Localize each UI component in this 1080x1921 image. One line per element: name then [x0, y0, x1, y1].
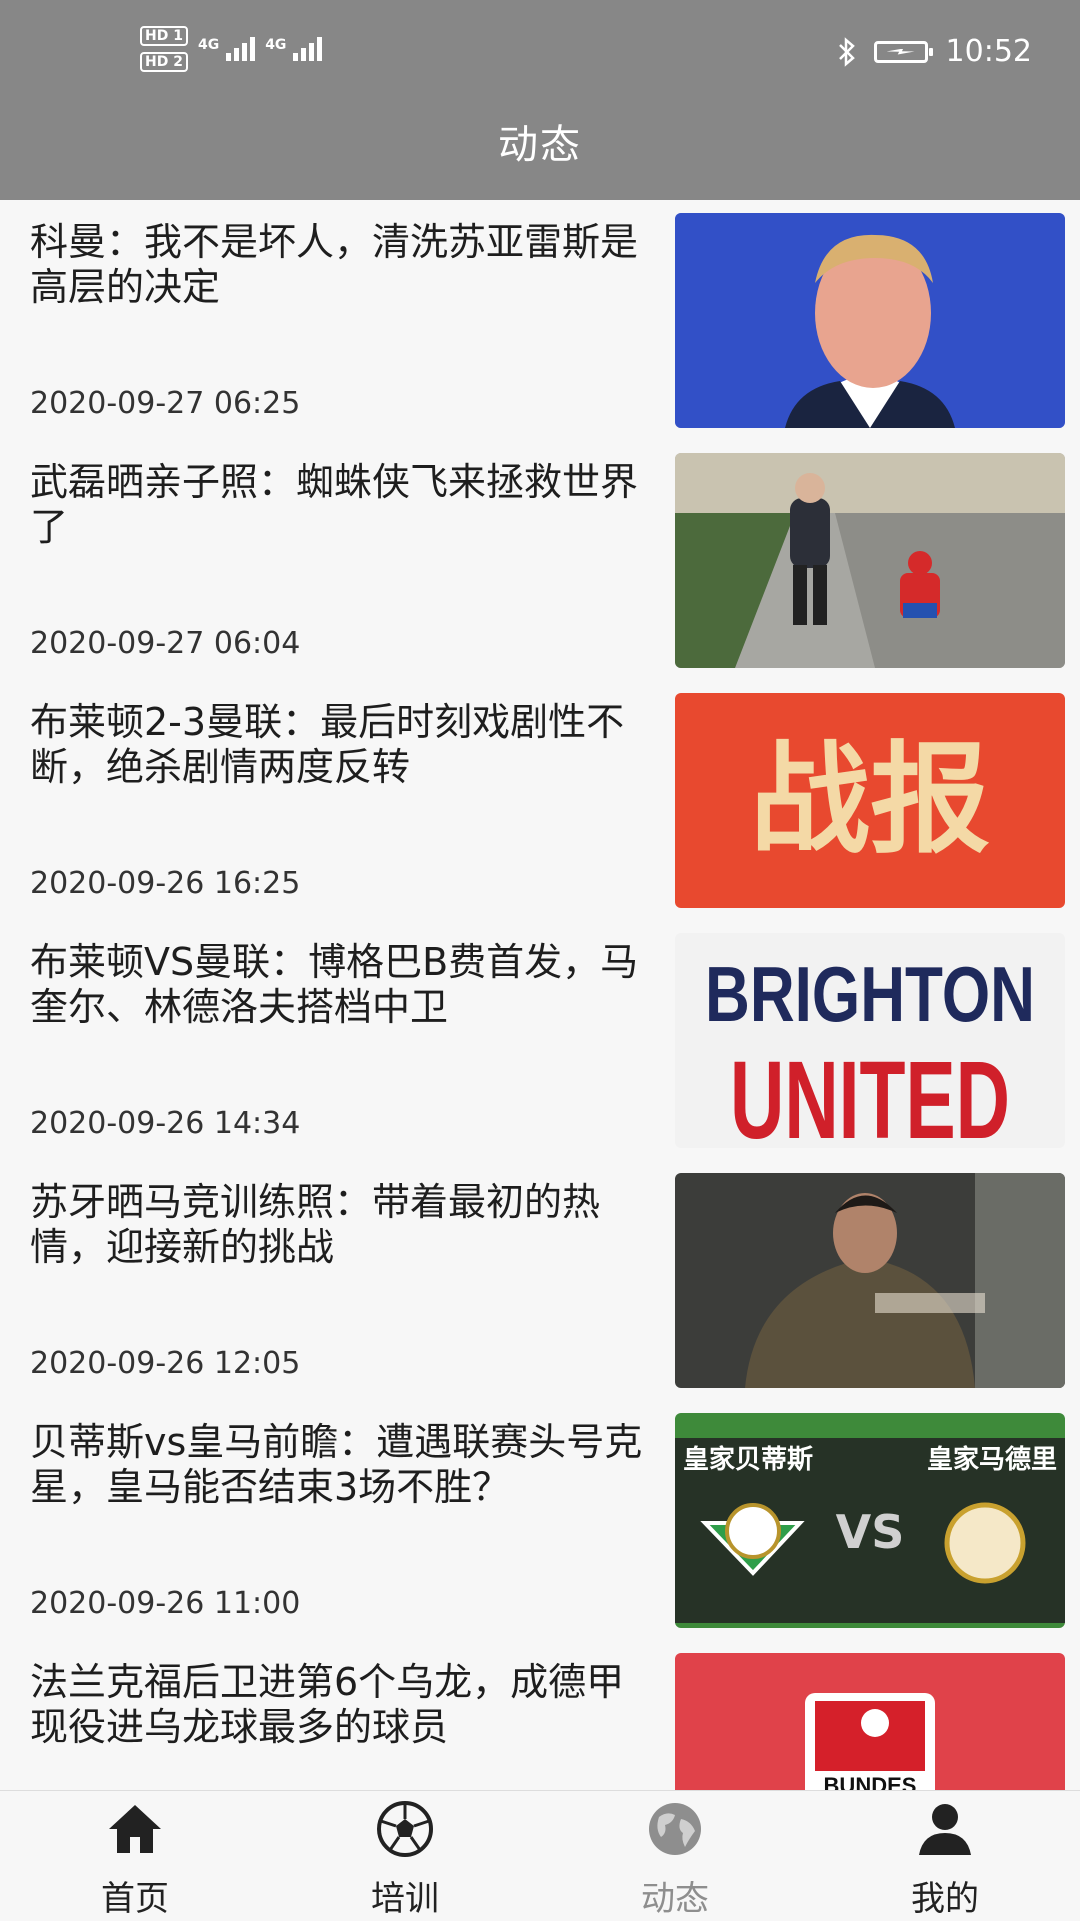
- thumbnail-caption: 战报: [750, 731, 990, 870]
- sim1-hd-badge: HD 1: [140, 26, 188, 46]
- news-thumbnail: BRIGHTON UNITED: [675, 933, 1065, 1148]
- home-icon: [109, 1805, 161, 1853]
- tab-training[interactable]: 培训: [270, 1791, 540, 1921]
- news-thumbnail: 战报: [675, 693, 1065, 908]
- signal-icon: 4G: [197, 37, 256, 61]
- net1-label: 4G: [197, 37, 220, 53]
- news-title: 科曼：我不是坏人，清洗苏亚雷斯是高层的决定: [30, 220, 639, 309]
- news-item[interactable]: 布莱顿2-3曼联：最后时刻戏剧性不断，绝杀剧情两度反转 2020-09-26 1…: [0, 680, 1080, 920]
- news-time: 2020-09-27 06:04: [30, 626, 301, 661]
- status-bar: HD 1 HD 2 4G 4G 10:52: [0, 0, 1080, 100]
- tab-home[interactable]: 首页: [0, 1791, 270, 1921]
- news-time: 2020-09-26 12:05: [30, 1346, 301, 1381]
- page-title: 动态: [0, 100, 1080, 200]
- news-title: 苏牙晒马竞训练照：带着最初的热情，迎接新的挑战: [30, 1180, 601, 1269]
- thumbnail-caption: BRIGHTON: [705, 950, 1035, 1038]
- news-list[interactable]: 科曼：我不是坏人，清洗苏亚雷斯是高层的决定 2020-09-27 06:25 武…: [0, 200, 1080, 1790]
- news-thumbnail: BUNDES: [675, 1653, 1065, 1790]
- battery-charging-icon: [873, 40, 933, 63]
- news-thumbnail: 皇家贝蒂斯 皇家马德里 VS: [675, 1413, 1065, 1628]
- signal-icon: 4G: [265, 37, 323, 61]
- news-title: 布莱顿VS曼联：博格巴B费首发，马奎尔、林德洛夫搭档中卫: [30, 940, 639, 1029]
- tab-label: 我的: [911, 1879, 979, 1919]
- thumbnail-caption: BUNDES: [824, 1773, 917, 1790]
- thumbnail-caption: 皇家贝蒂斯: [683, 1444, 813, 1475]
- user-icon: [919, 1804, 971, 1855]
- clock: 10:52: [945, 34, 1032, 69]
- news-time: 2020-09-26 14:34: [30, 1106, 301, 1141]
- bluetooth-icon: [838, 36, 855, 67]
- thumbnail-caption: UNITED: [730, 1039, 1010, 1148]
- thumbnail-caption: VS: [836, 1505, 905, 1559]
- news-time: 2020-09-26 11:00: [30, 1586, 301, 1621]
- net2-label: 4G: [265, 37, 287, 53]
- news-thumbnail: [675, 1173, 1065, 1388]
- news-thumbnail: [675, 213, 1065, 428]
- soccer-ball-icon: [377, 1801, 433, 1857]
- news-title: 武磊晒亲子照：蜘蛛侠飞来拯救世界了: [30, 460, 639, 549]
- globe-icon: [649, 1803, 701, 1855]
- tab-label: 培训: [371, 1879, 439, 1919]
- sim2-hd-badge: HD 2: [140, 52, 188, 72]
- thumbnail-caption: 皇家马德里: [927, 1444, 1057, 1475]
- news-item[interactable]: 武磊晒亲子照：蜘蛛侠飞来拯救世界了 2020-09-27 06:04: [0, 440, 1080, 680]
- news-time: 2020-09-26 16:25: [30, 866, 301, 901]
- sim-indicators: HD 1 HD 2 4G 4G: [140, 26, 323, 72]
- tab-label: 首页: [101, 1879, 169, 1919]
- news-item[interactable]: 科曼：我不是坏人，清洗苏亚雷斯是高层的决定 2020-09-27 06:25: [0, 200, 1080, 440]
- news-thumbnail: [675, 453, 1065, 668]
- tab-me[interactable]: 我的: [810, 1791, 1080, 1921]
- news-title: 法兰克福后卫进第6个乌龙，成德甲现役进乌龙球最多的球员: [30, 1660, 625, 1749]
- news-item[interactable]: 布莱顿VS曼联：博格巴B费首发，马奎尔、林德洛夫搭档中卫 2020-09-26 …: [0, 920, 1080, 1160]
- tab-label: 动态: [641, 1879, 709, 1919]
- bottom-nav: 首页 培训 动态 我的: [0, 1790, 1080, 1921]
- news-time: 2020-09-27 06:25: [30, 386, 301, 421]
- news-title: 布莱顿2-3曼联：最后时刻戏剧性不断，绝杀剧情两度反转: [30, 700, 625, 789]
- news-item[interactable]: 法兰克福后卫进第6个乌龙，成德甲现役进乌龙球最多的球员 BUNDES: [0, 1640, 1080, 1790]
- news-item[interactable]: 苏牙晒马竞训练照：带着最初的热情，迎接新的挑战 2020-09-26 12:05: [0, 1160, 1080, 1400]
- tab-news[interactable]: 动态: [540, 1791, 810, 1921]
- news-item[interactable]: 贝蒂斯vs皇马前瞻：遭遇联赛头号克星，皇马能否结束3场不胜？ 2020-09-2…: [0, 1400, 1080, 1640]
- news-title: 贝蒂斯vs皇马前瞻：遭遇联赛头号克星，皇马能否结束3场不胜？: [30, 1420, 643, 1509]
